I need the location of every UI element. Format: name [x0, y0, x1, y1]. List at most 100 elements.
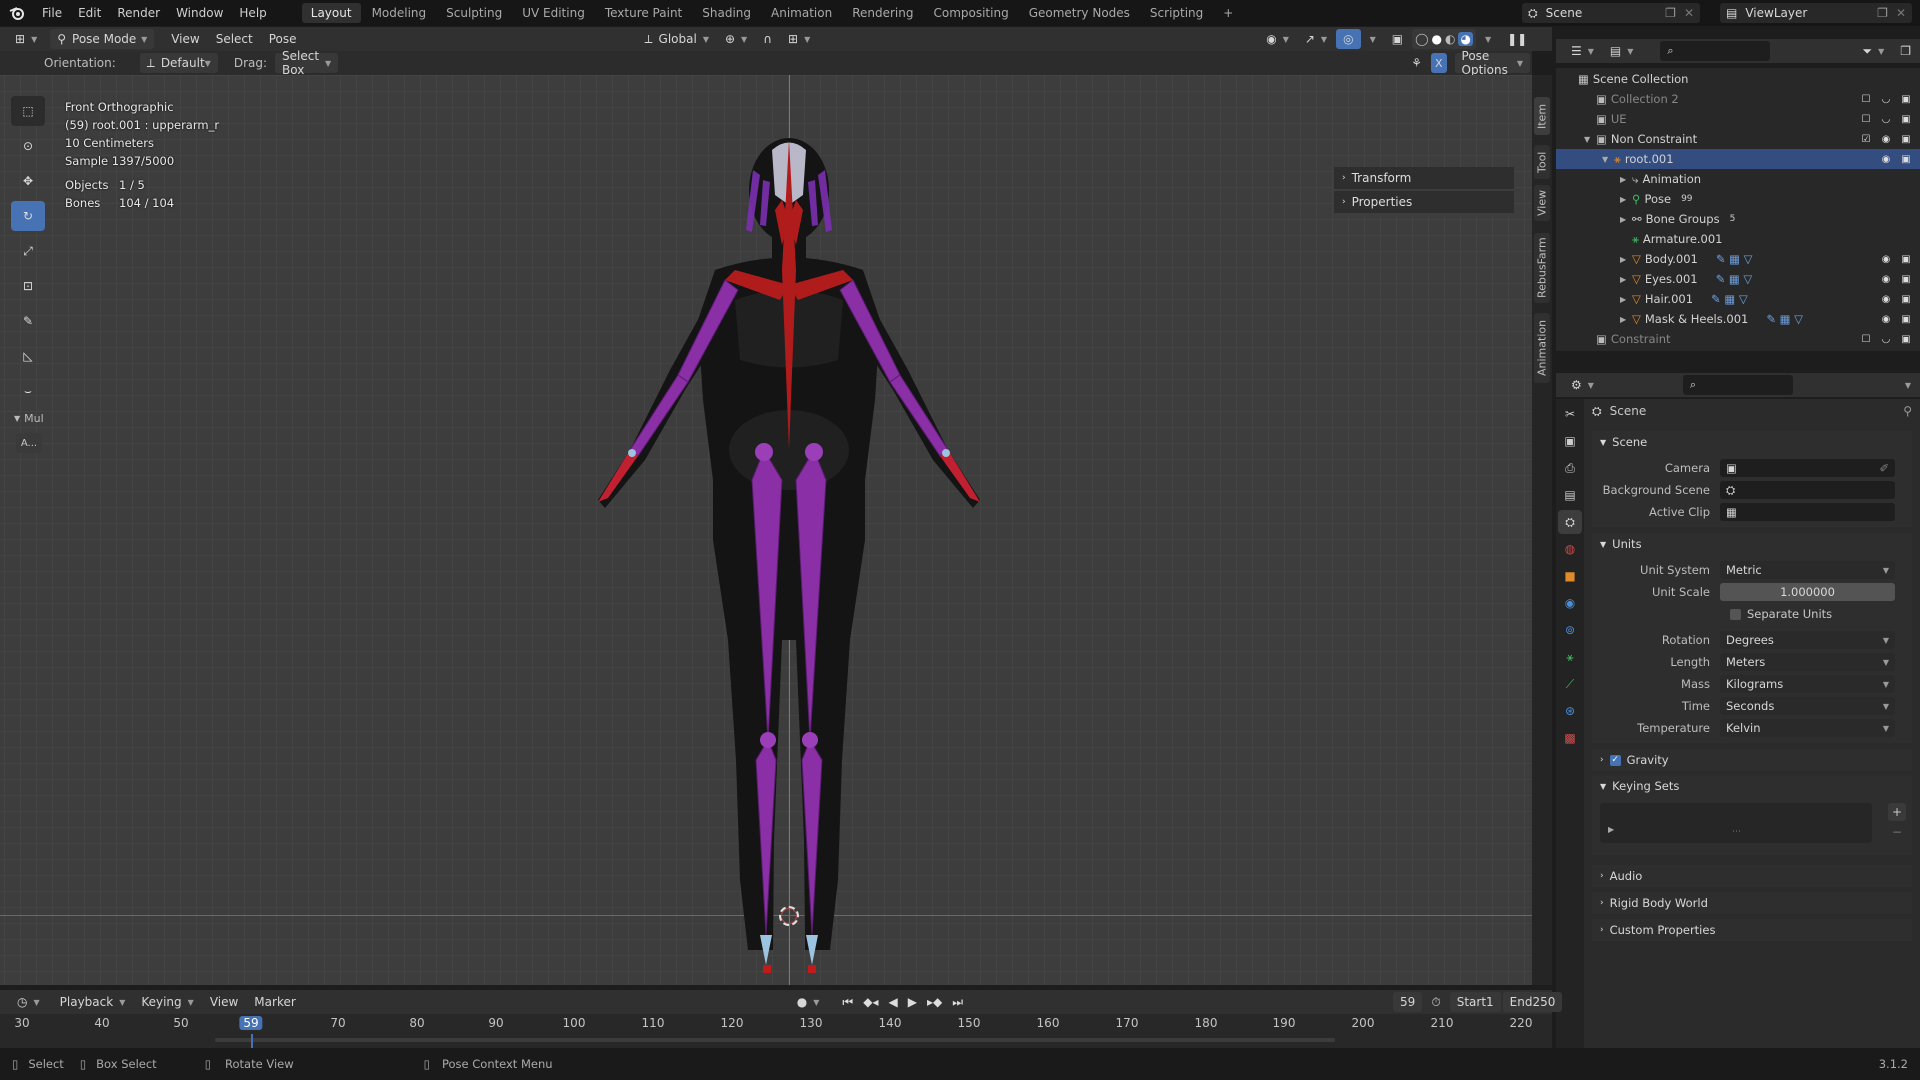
- eye-icon[interactable]: ◉: [1880, 313, 1892, 325]
- expand-arrow-icon[interactable]: ▶: [1620, 195, 1632, 204]
- tab-tool[interactable]: Tool: [1534, 145, 1550, 179]
- bone-props-tab[interactable]: ⟋: [1558, 672, 1582, 696]
- mode-selector[interactable]: ⚲ Pose Mode ▼: [50, 29, 155, 49]
- workspace-tab-scripting[interactable]: Scripting: [1141, 3, 1212, 23]
- gravity-section-header[interactable]: › ✓ Gravity: [1592, 749, 1912, 771]
- tab-view[interactable]: View: [1534, 185, 1550, 221]
- remove-keying-set-button[interactable]: −: [1888, 823, 1906, 841]
- outliner-row-eyes-001[interactable]: ▶ ▽ Eyes.001 ✎ ▦ ▽ ◉ ▣: [1556, 269, 1920, 289]
- expand-arrow-icon[interactable]: ▶: [1620, 215, 1632, 224]
- pivot-point-button[interactable]: ⊕ ▼: [718, 29, 754, 49]
- snap-toggle[interactable]: ∩: [756, 29, 779, 49]
- preview-range-toggle[interactable]: ⏱: [1424, 992, 1447, 1012]
- scale-tool[interactable]: ⤢: [11, 236, 45, 266]
- solid-shading-icon[interactable]: ●: [1432, 32, 1442, 46]
- units-section-header[interactable]: ▼ Units: [1592, 533, 1912, 555]
- custom-props-section-header[interactable]: › Custom Properties: [1592, 919, 1912, 941]
- snap-target-button[interactable]: ⊞ ▼: [781, 29, 817, 49]
- timeline-menu-playback[interactable]: Playback ▼: [53, 992, 133, 1012]
- overlay-toggle[interactable]: ◎: [1336, 29, 1361, 49]
- object-props-tab[interactable]: ■: [1558, 564, 1582, 588]
- eye-icon[interactable]: ◉: [1880, 153, 1892, 165]
- render-camera-icon[interactable]: ▣: [1900, 293, 1912, 305]
- next-keyframe-icon[interactable]: ▸◆: [927, 995, 942, 1010]
- wireframe-shading-icon[interactable]: ◯: [1415, 32, 1428, 46]
- tab-rebusfarm[interactable]: RebusFarm: [1534, 233, 1550, 303]
- pose-options-dropdown[interactable]: Pose Options ▼: [1454, 49, 1530, 77]
- scene-selector[interactable]: ⛭ Scene ❐ ✕: [1522, 3, 1700, 23]
- pin-icon[interactable]: ⚲: [1903, 404, 1912, 418]
- temperature-dropdown[interactable]: Kelvin ▼: [1720, 719, 1895, 737]
- eye-icon[interactable]: ◡: [1880, 113, 1892, 125]
- rotate-tool[interactable]: ↻: [11, 201, 45, 231]
- add-keying-set-button[interactable]: +: [1888, 803, 1906, 821]
- workspace-tab-layout[interactable]: Layout: [301, 3, 361, 23]
- render-camera-icon[interactable]: ▣: [1900, 273, 1912, 285]
- delete-view-layer-icon[interactable]: ✕: [1896, 6, 1906, 20]
- menu-file[interactable]: File: [34, 0, 70, 26]
- menu-edit[interactable]: Edit: [70, 0, 109, 26]
- tool-props-tab[interactable]: ✂: [1558, 402, 1582, 426]
- properties-editor-type[interactable]: ⚙ ▼: [1564, 375, 1601, 395]
- outliner-row-body-001[interactable]: ▶ ▽ Body.001 ✎ ▦ ▽ ◉ ▣: [1556, 249, 1920, 269]
- expand-arrow-icon[interactable]: ▶: [1620, 295, 1632, 304]
- list-expand-icon[interactable]: ▶: [1608, 825, 1614, 834]
- filter-button[interactable]: ⏷ ▼: [1855, 41, 1891, 61]
- list-resize-grip-icon[interactable]: ⋯: [1732, 827, 1741, 837]
- properties-options[interactable]: ▼: [1898, 375, 1918, 395]
- armature-data-tab[interactable]: ⚹: [1558, 645, 1582, 669]
- world-props-tab[interactable]: ◍: [1558, 537, 1582, 561]
- properties-panel-header[interactable]: › Properties: [1334, 191, 1514, 215]
- new-collection-button[interactable]: ❐: [1893, 41, 1918, 61]
- transform-panel-header[interactable]: › Transform: [1334, 167, 1514, 191]
- output-props-tab[interactable]: ⎙: [1558, 456, 1582, 480]
- transform-orientation-dropdown[interactable]: ⟂ Global ▼: [638, 29, 716, 49]
- mass-dropdown[interactable]: Kilograms ▼: [1720, 675, 1895, 693]
- physics-props-tab[interactable]: ◉: [1558, 591, 1582, 615]
- gravity-checkbox[interactable]: ✓: [1609, 754, 1621, 766]
- outliner-row-pose[interactable]: ▶ ⚲ Pose 99: [1556, 189, 1920, 209]
- rotation-dropdown[interactable]: Degrees ▼: [1720, 631, 1895, 649]
- mul-panel[interactable]: ▼ Mul: [14, 412, 50, 425]
- prev-keyframe-icon[interactable]: ◆◂: [863, 995, 878, 1010]
- separate-units-checkbox[interactable]: [1730, 608, 1741, 620]
- time-dropdown[interactable]: Seconds ▼: [1720, 697, 1895, 715]
- tab-animation[interactable]: Animation: [1534, 313, 1550, 383]
- scene-section-header[interactable]: ▼ Scene: [1592, 431, 1912, 453]
- workspace-tab-modeling[interactable]: Modeling: [363, 3, 436, 23]
- current-frame-field[interactable]: 59: [1393, 992, 1423, 1012]
- exclude-checkbox[interactable]: ☐: [1860, 93, 1872, 105]
- constraints-props-tab[interactable]: ⊚: [1558, 618, 1582, 642]
- expand-arrow-icon[interactable]: ▶: [1620, 255, 1632, 264]
- editor-type-button[interactable]: ⊞ ▼: [8, 29, 44, 49]
- properties-search-input[interactable]: ⌕: [1682, 375, 1793, 395]
- render-camera-icon[interactable]: ▣: [1900, 313, 1912, 325]
- view-layer-selector[interactable]: ▤ ViewLayer ❐ ✕: [1720, 3, 1912, 23]
- camera-field[interactable]: ▣ ✐: [1720, 459, 1895, 477]
- drag-dropdown[interactable]: Select Box ▼: [275, 49, 339, 77]
- expand-arrow-icon[interactable]: ▶: [1620, 315, 1632, 324]
- 3d-viewport[interactable]: Front Orthographic (59) root.001 : upper…: [0, 75, 1532, 985]
- visibility-button[interactable]: ◉ ▼: [1259, 29, 1296, 49]
- render-props-tab[interactable]: ▣: [1558, 429, 1582, 453]
- outliner-row-constraint[interactable]: ▣ Constraint ☐ ◡ ▣: [1556, 329, 1920, 349]
- measure-tool[interactable]: ◺: [11, 341, 45, 371]
- new-view-layer-icon[interactable]: ❐: [1877, 6, 1888, 20]
- outliner-row-mask-heels-001[interactable]: ▶ ▽ Mask & Heels.001 ✎ ▦ ▽ ◉ ▣: [1556, 309, 1920, 329]
- display-mode-button[interactable]: ▤ ▼: [1603, 41, 1641, 61]
- texture-props-tab[interactable]: ▩: [1558, 726, 1582, 750]
- play-reverse-icon[interactable]: ◀: [889, 995, 898, 1010]
- outliner-editor-type[interactable]: ☰ ▼: [1564, 41, 1601, 61]
- overlay-dropdown[interactable]: ▼: [1363, 29, 1383, 49]
- rigid-body-section-header[interactable]: › Rigid Body World: [1592, 892, 1912, 914]
- add-workspace-button[interactable]: +: [1214, 3, 1242, 23]
- tab-item[interactable]: Item: [1534, 97, 1550, 135]
- workspace-tab-animation[interactable]: Animation: [762, 3, 841, 23]
- menu-render[interactable]: Render: [109, 0, 168, 26]
- render-camera-icon[interactable]: ▣: [1900, 153, 1912, 165]
- timeline-menu-view[interactable]: View: [203, 992, 245, 1012]
- xray-toggle[interactable]: ▣: [1385, 29, 1410, 49]
- audio-section-header[interactable]: › Audio: [1592, 865, 1912, 887]
- expand-arrow-icon[interactable]: ▶: [1620, 175, 1632, 184]
- pause-render-button[interactable]: ❚❚: [1500, 29, 1534, 49]
